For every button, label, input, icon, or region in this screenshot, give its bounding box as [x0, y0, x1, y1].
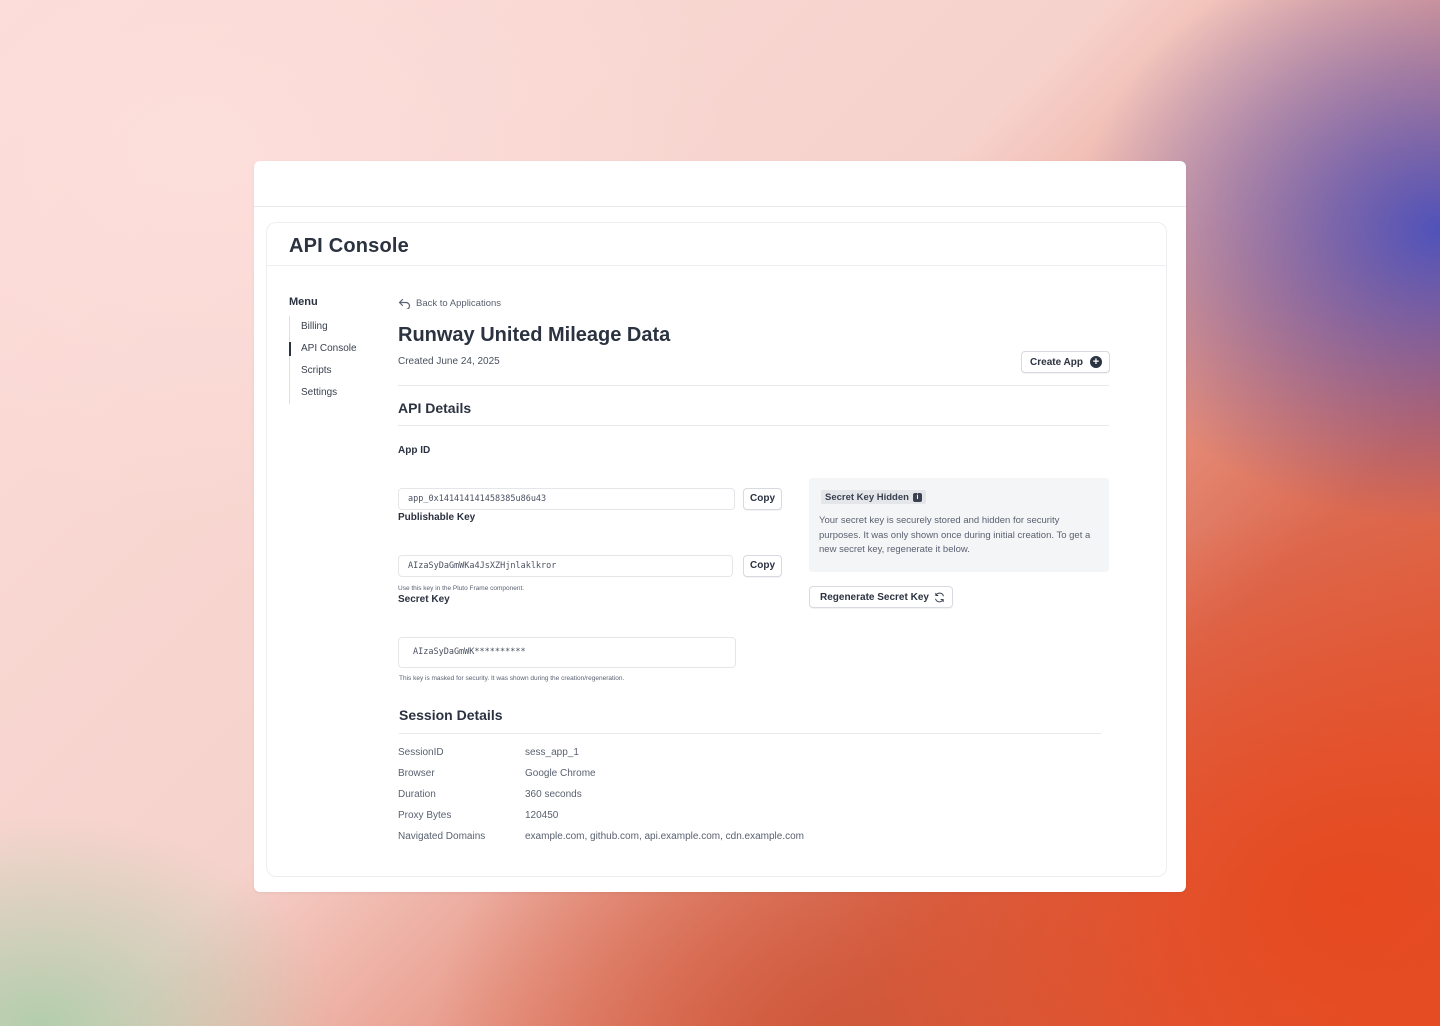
- session-value: Google Chrome: [525, 768, 596, 779]
- secret-key-hint: This key is masked for security. It was …: [399, 675, 625, 682]
- page-title: API Console: [289, 235, 409, 257]
- session-value: 360 seconds: [525, 789, 582, 800]
- window-topbar: [254, 161, 1186, 207]
- header-divider: [398, 385, 1109, 386]
- app-id-label: App ID: [398, 445, 431, 456]
- copy-app-id-button[interactable]: Copy: [743, 488, 782, 510]
- app-name: Runway United Mileage Data: [398, 324, 671, 346]
- plus-circle-icon: +: [1090, 356, 1102, 368]
- secret-notice-text: Your secret key is securely stored and h…: [819, 515, 1091, 555]
- create-app-button[interactable]: Create App +: [1021, 351, 1110, 373]
- session-key: SessionID: [398, 747, 444, 758]
- session-value: example.com, github.com, api.example.com…: [525, 831, 805, 842]
- sidebar-item-settings[interactable]: Settings: [290, 382, 389, 404]
- console-panel: API Console Menu Billing API Console Scr…: [266, 222, 1167, 877]
- secret-hidden-badge: Secret Key Hidden i: [821, 490, 926, 504]
- back-link-label: Back to Applications: [416, 297, 502, 309]
- secret-key-field: AIzaSyDaGmWK**********: [398, 637, 736, 668]
- info-icon: i: [912, 492, 922, 502]
- menu-title: Menu: [289, 296, 318, 308]
- regenerate-label: Regenerate Secret Key: [820, 591, 929, 603]
- session-key: Navigated Domains: [398, 831, 486, 842]
- secret-key-notice: Secret Key Hidden i Your secret key is s…: [809, 478, 1109, 572]
- secret-key-label: Secret Key: [398, 594, 450, 605]
- refresh-icon: [935, 592, 944, 602]
- session-value: sess_app_1: [525, 747, 579, 758]
- publishable-key-label: Publishable Key: [398, 512, 476, 523]
- session-details-title: Session Details: [399, 707, 503, 723]
- publishable-key-field[interactable]: AIzaSyDaGmWKa4JsXZHjnlaklkror: [398, 555, 733, 577]
- session-value: 120450: [525, 810, 559, 821]
- session-key: Duration: [398, 789, 436, 800]
- session-key: Browser: [398, 768, 435, 779]
- copy-publishable-key-button[interactable]: Copy: [743, 555, 782, 577]
- secret-hidden-badge-label: Secret Key Hidden: [825, 491, 909, 503]
- sidebar-item-scripts[interactable]: Scripts: [290, 360, 389, 382]
- session-key: Proxy Bytes: [398, 810, 452, 821]
- sidebar-item-billing[interactable]: Billing: [290, 316, 389, 338]
- session-divider: [399, 733, 1101, 734]
- back-arrow-icon: [398, 298, 411, 309]
- api-details-title: API Details: [398, 400, 472, 416]
- sidebar-menu: Menu Billing API Console Scripts Setting…: [289, 296, 389, 404]
- create-app-label: Create App: [1030, 356, 1083, 368]
- sidebar-item-api-console[interactable]: API Console: [289, 338, 389, 360]
- api-details-divider: [398, 425, 1109, 426]
- menu-list: Billing API Console Scripts Settings: [289, 316, 389, 404]
- panel-header: API Console: [267, 223, 1166, 266]
- back-to-applications-link[interactable]: Back to Applications: [398, 296, 1110, 310]
- publishable-key-hint: Use this key in the Pluto Frame componen…: [398, 585, 525, 592]
- app-window: API Console Menu Billing API Console Scr…: [254, 161, 1186, 892]
- created-date: Created June 24, 2025: [398, 356, 500, 367]
- regenerate-secret-key-button[interactable]: Regenerate Secret Key: [809, 586, 953, 608]
- app-id-field[interactable]: app_0x141414141458385u86u43: [398, 488, 735, 510]
- main-content: Back to Applications Runway United Milea…: [398, 296, 1110, 842]
